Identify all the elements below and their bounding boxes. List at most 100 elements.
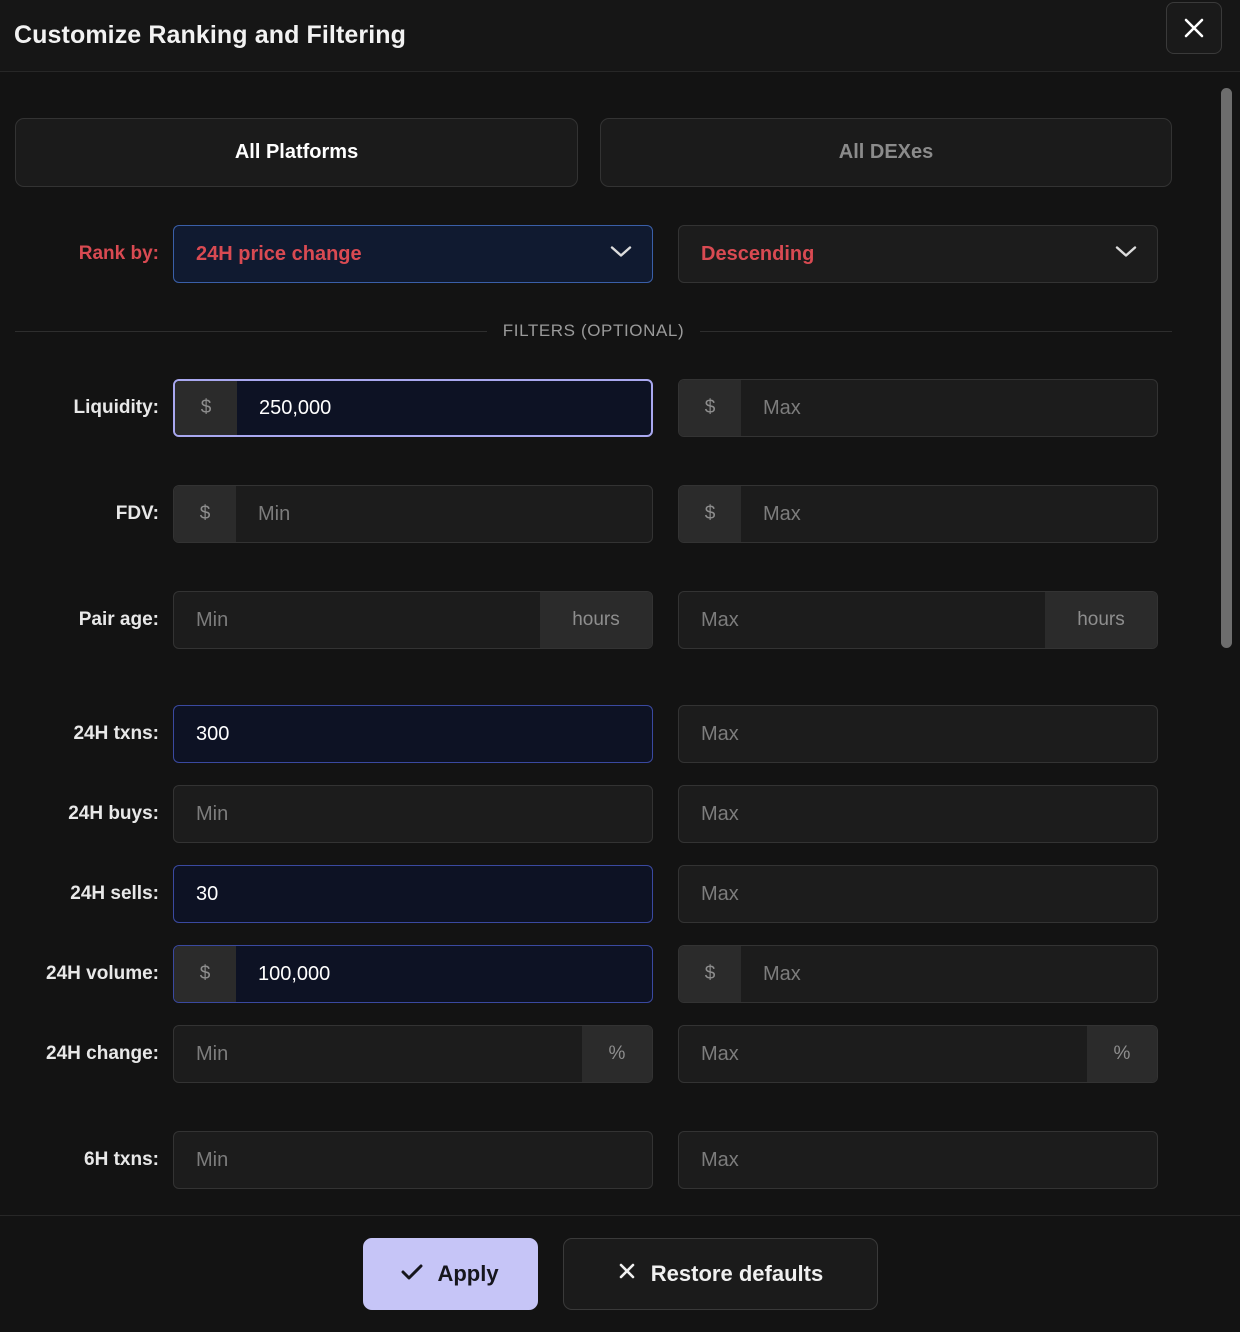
unit-suffix: % xyxy=(582,1026,652,1082)
filter-input-max[interactable] xyxy=(741,380,1157,436)
filter-input-min[interactable] xyxy=(174,592,540,648)
filter-input-max[interactable] xyxy=(679,786,1157,842)
dialog-footer: Apply Restore defaults xyxy=(0,1215,1240,1332)
filter-label: 24H txns: xyxy=(73,723,159,744)
currency-prefix: $ xyxy=(679,486,741,542)
rank-by-label: Rank by: xyxy=(78,243,159,264)
divider-line-left xyxy=(15,330,487,332)
filter-row: Liquidity: $ $ xyxy=(0,379,1172,437)
filter-field-min[interactable] xyxy=(173,865,653,923)
filter-field-pair: $$ xyxy=(173,945,1158,1003)
filter-field-max[interactable] xyxy=(678,1131,1158,1189)
filter-label: FDV: xyxy=(115,503,159,524)
unit-suffix: hours xyxy=(540,592,652,648)
filter-label: Pair age: xyxy=(78,609,159,630)
filter-input-min[interactable] xyxy=(174,866,652,922)
filter-input-max[interactable] xyxy=(679,592,1045,648)
unit-suffix: % xyxy=(1087,1026,1157,1082)
filter-label: 24H volume: xyxy=(46,963,159,984)
currency-prefix: $ xyxy=(679,380,741,436)
filter-field-max[interactable] xyxy=(678,785,1158,843)
source-tabs: All Platforms All DEXes xyxy=(0,72,1172,187)
filter-field-pair xyxy=(173,1131,1158,1189)
filter-input-min[interactable] xyxy=(174,1026,582,1082)
filter-label: Liquidity: xyxy=(73,397,159,418)
filter-input-max[interactable] xyxy=(679,1026,1087,1082)
filter-row: 24H change:%% xyxy=(0,1025,1172,1083)
filter-field-pair xyxy=(173,705,1158,763)
filter-row: 24H buys: xyxy=(0,785,1172,843)
tab-all-platforms[interactable]: All Platforms xyxy=(15,118,579,187)
filter-rows: Liquidity:$$FDV:$$Pair age:hourshours24H… xyxy=(0,379,1172,1189)
filters-section-label: FILTERS (OPTIONAL) xyxy=(502,321,685,340)
filter-field-min[interactable] xyxy=(173,1131,653,1189)
filter-input-min[interactable] xyxy=(174,1132,652,1188)
apply-button-label: Apply xyxy=(437,1261,499,1286)
filter-label: 6H txns: xyxy=(84,1149,159,1170)
restore-defaults-button-label: Restore defaults xyxy=(650,1261,824,1286)
filter-row: FDV:$$ xyxy=(0,485,1172,543)
filter-input-min[interactable] xyxy=(236,486,652,542)
filter-input-max[interactable] xyxy=(741,946,1157,1002)
filter-input-min[interactable] xyxy=(236,946,652,1002)
filter-row: Pair age: hours hours xyxy=(0,591,1172,649)
rank-direction-value: Descending xyxy=(701,242,815,265)
filter-input-max[interactable] xyxy=(741,486,1157,542)
unit-suffix: hours xyxy=(1045,592,1157,648)
restore-defaults-button[interactable]: Restore defaults xyxy=(562,1238,878,1310)
close-button[interactable] xyxy=(1166,2,1222,54)
filter-field-max[interactable]: hours xyxy=(678,591,1158,649)
rank-by-row: Rank by: 24H price change Descending xyxy=(0,225,1172,283)
filter-field-min[interactable]: $ xyxy=(173,945,653,1003)
filter-field-pair: hours hours xyxy=(173,591,1158,649)
filter-field-min[interactable]: $ xyxy=(173,485,653,543)
scrollbar-thumb[interactable] xyxy=(1221,88,1232,648)
apply-button[interactable]: Apply xyxy=(362,1238,538,1310)
filter-input-min[interactable] xyxy=(174,786,652,842)
tab-all-dexes-label: All DEXes xyxy=(838,141,934,163)
x-icon xyxy=(617,1261,637,1287)
currency-prefix: $ xyxy=(679,946,741,1002)
filter-field-max[interactable]: $ xyxy=(678,379,1158,437)
filter-field-max[interactable] xyxy=(678,705,1158,763)
dialog-scroll-body: All Platforms All DEXes Rank by: 24H pri… xyxy=(0,72,1240,1215)
tab-all-platforms-label: All Platforms xyxy=(234,141,359,163)
filter-field-min[interactable] xyxy=(173,705,653,763)
rank-metric-select[interactable]: 24H price change xyxy=(173,225,653,283)
page-title: Customize Ranking and Filtering xyxy=(14,21,407,49)
filter-input-min[interactable] xyxy=(174,706,652,762)
filters-section-divider: FILTERS (OPTIONAL) xyxy=(0,321,1173,341)
filter-field-pair xyxy=(173,785,1158,843)
filter-field-pair: %% xyxy=(173,1025,1158,1083)
filter-field-pair xyxy=(173,865,1158,923)
filter-field-pair: $$ xyxy=(173,485,1158,543)
filter-field-min[interactable] xyxy=(173,785,653,843)
filter-row: 24H txns: xyxy=(0,705,1172,763)
filter-label: 24H change: xyxy=(46,1043,159,1064)
rank-metric-value: 24H price change xyxy=(196,242,362,265)
filter-input-max[interactable] xyxy=(679,866,1157,922)
filter-input-max[interactable] xyxy=(679,706,1157,762)
filter-field-max[interactable]: $ xyxy=(678,945,1158,1003)
filter-field-min[interactable]: % xyxy=(173,1025,653,1083)
filter-label: 24H sells: xyxy=(70,883,159,904)
filter-row: 24H volume:$$ xyxy=(0,945,1172,1003)
currency-prefix: $ xyxy=(174,946,236,1002)
filter-input-min[interactable] xyxy=(237,381,651,435)
close-icon xyxy=(1181,15,1207,41)
rank-direction-select[interactable]: Descending xyxy=(678,225,1158,283)
dialog-header: Customize Ranking and Filtering xyxy=(0,0,1240,72)
filter-field-max[interactable]: % xyxy=(678,1025,1158,1083)
customize-ranking-dialog: Customize Ranking and Filtering All Plat… xyxy=(0,0,1240,1332)
currency-prefix: $ xyxy=(175,381,237,435)
filter-field-min[interactable]: hours xyxy=(173,591,653,649)
check-icon xyxy=(401,1261,423,1287)
filter-input-max[interactable] xyxy=(679,1132,1157,1188)
filter-field-min[interactable]: $ xyxy=(173,379,653,437)
filter-field-max[interactable]: $ xyxy=(678,485,1158,543)
chevron-down-icon xyxy=(1115,245,1137,264)
chevron-down-icon xyxy=(610,245,632,264)
tab-all-dexes[interactable]: All DEXes xyxy=(600,118,1172,187)
filter-row: 6H txns: xyxy=(0,1131,1172,1189)
filter-field-max[interactable] xyxy=(678,865,1158,923)
